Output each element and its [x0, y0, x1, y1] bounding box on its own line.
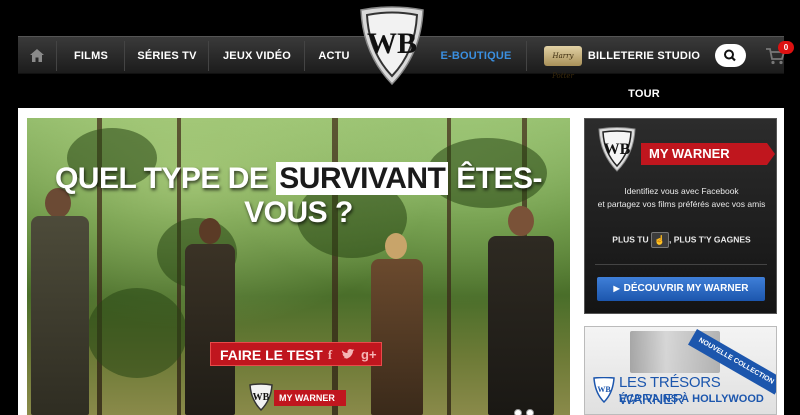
chevron-right-icon: ▶: [613, 284, 620, 293]
wb-shield-icon: WB: [598, 127, 636, 172]
google-plus-icon[interactable]: g+: [361, 348, 377, 362]
cart-count-badge: 0: [778, 41, 794, 54]
survivor-body: [31, 216, 89, 415]
survivor-figure: [482, 206, 562, 415]
survivor-body: [488, 236, 554, 415]
svg-text:WB: WB: [604, 141, 631, 158]
my-warner-line1: Identifiez vous avec Facebook: [624, 186, 739, 196]
hero-banner[interactable]: QUEL TYPE DE SURVIVANT ÊTES-VOUS ?: [27, 118, 570, 415]
tresors-warner-promo[interactable]: NOUVELLE COLLECTION WB LES TRÉSORS WARNE…: [584, 326, 777, 415]
page: Films Séries TV Jeux Vidéo Actu E-Boutiq…: [0, 0, 800, 415]
my-warner-badge[interactable]: WB MY WARNER: [248, 383, 348, 411]
thumbs-up-icon: ☝: [651, 232, 670, 248]
foliage: [87, 288, 187, 378]
like-tagline-before: PLUS TU: [612, 234, 649, 245]
survivor-body: [185, 244, 235, 415]
nav-e-boutique[interactable]: E-Boutique: [430, 37, 522, 75]
nav-divider: [208, 41, 209, 71]
nav-divider: [124, 41, 125, 71]
carousel-dot[interactable]: [526, 409, 534, 415]
survivor-body: [371, 259, 423, 415]
nav-series-tv[interactable]: Séries TV: [126, 37, 208, 75]
promo-subtitle: ÉCRIVAINS À HOLLYWOOD: [619, 393, 764, 405]
twitter-icon[interactable]: [341, 348, 355, 362]
like-tagline: PLUS TU ☝, PLUS T'Y GAGNES: [585, 232, 778, 248]
decouvrir-my-warner-button[interactable]: ▶ DÉCOUVRIR MY WARNER: [597, 277, 765, 301]
nav-divider: [526, 41, 527, 71]
button-label: DÉCOUVRIR MY WARNER: [623, 283, 749, 294]
faire-le-test-button[interactable]: FAIRE LE TEST f g+: [210, 342, 382, 366]
harry-potter-logo[interactable]: Harry Potter: [544, 46, 582, 80]
nav-jeux-video[interactable]: Jeux Vidéo: [210, 37, 304, 75]
my-warner-panel: WB MY WARNER Identifiez vous avec Facebo…: [584, 118, 777, 314]
nav-divider: [56, 41, 57, 71]
survivor-figure: [367, 233, 427, 415]
svg-text:WB: WB: [367, 27, 417, 60]
svg-text:WB: WB: [597, 385, 611, 394]
survivor-head: [385, 233, 407, 259]
home-icon: [30, 49, 44, 62]
my-warner-badge-label: MY WARNER: [274, 390, 346, 406]
wb-shield-icon: WB: [360, 6, 424, 86]
my-warner-title: MY WARNER: [641, 143, 775, 165]
divider: [595, 264, 767, 265]
nav-divider: [304, 41, 305, 71]
nav-films[interactable]: Films: [58, 37, 124, 75]
survivor-figure: [177, 218, 247, 415]
carousel-dot[interactable]: [514, 409, 522, 415]
nav-studio-tour[interactable]: Billeterie Studio Tour: [584, 37, 704, 100]
wb-logo[interactable]: WB: [357, 6, 427, 86]
like-tagline-after: , PLUS T'Y GAGNES: [669, 234, 751, 245]
svg-text:WB: WB: [253, 392, 270, 403]
facebook-icon[interactable]: f: [323, 348, 337, 362]
my-warner-line2: et partagez vos films préférés avec vos …: [597, 199, 766, 209]
home-button[interactable]: [18, 37, 56, 75]
hero-title-highlight: SURVIVANT: [276, 162, 449, 195]
hero-title: QUEL TYPE DE SURVIVANT ÊTES-VOUS ?: [27, 162, 570, 230]
search-icon: [724, 49, 736, 62]
wb-shield-icon: WB: [249, 383, 273, 411]
hero-title-part: QUEL TYPE DE: [54, 162, 277, 195]
nav-actu[interactable]: Actu: [306, 37, 362, 75]
cta-label: FAIRE LE TEST: [220, 347, 323, 363]
carousel-dots: [514, 404, 538, 415]
search-button[interactable]: [715, 44, 746, 67]
wb-shield-icon: WB: [593, 377, 615, 403]
